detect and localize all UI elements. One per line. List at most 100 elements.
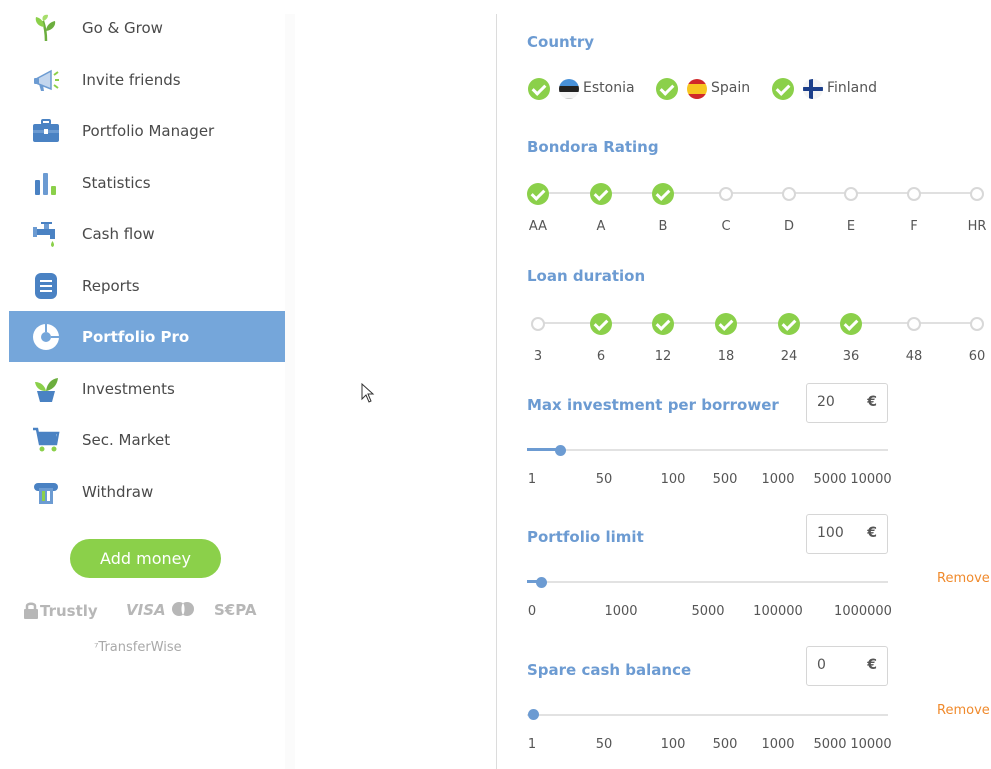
- spare_cash-tick-label: 5000: [813, 737, 847, 752]
- country-checkbox-finland[interactable]: [772, 78, 794, 100]
- max_investment-tick-label: 100: [660, 472, 686, 487]
- spare-cash-slider[interactable]: [527, 714, 888, 716]
- gutter: [285, 14, 295, 769]
- portfolio_limit-tick-label: 1000: [604, 604, 638, 619]
- spare-cash-field[interactable]: €: [806, 646, 888, 686]
- max_investment-tick-label: 500: [712, 472, 738, 487]
- sidebar-item-label: Cash flow: [82, 224, 155, 243]
- estonia-flag-icon: [559, 79, 579, 99]
- plant-pot-icon: [35, 377, 58, 402]
- spare-cash-title: Spare cash balance: [527, 661, 692, 679]
- rating-step-label: AA: [528, 219, 548, 234]
- transferwise-logo: ⁷TransferWise: [94, 640, 182, 655]
- duration-step-label: 36: [842, 349, 860, 364]
- max_investment-tick-label: 1: [527, 472, 537, 487]
- duration-step-label: 48: [905, 349, 923, 364]
- duration-step-6[interactable]: [590, 313, 612, 335]
- duration-step-36[interactable]: [840, 313, 862, 335]
- max-investment-slider[interactable]: [527, 449, 888, 451]
- duration-step-48[interactable]: [907, 317, 921, 331]
- portfolio-limit-slider-handle[interactable]: [536, 577, 547, 588]
- sidebar-item-withdraw[interactable]: Withdraw: [9, 466, 285, 517]
- rating-step-d[interactable]: [782, 187, 796, 201]
- max_investment-tick-label: 1000: [761, 472, 795, 487]
- spare-cash-slider-handle[interactable]: [528, 709, 539, 720]
- duration-step-label: 3: [533, 349, 543, 364]
- country-checkbox-spain[interactable]: [656, 78, 678, 100]
- briefcase-icon: [33, 118, 59, 142]
- sidebar-item-label: Withdraw: [82, 482, 154, 501]
- payment-logos: Trustly VISA S€PA: [22, 601, 272, 625]
- country-title: Country: [527, 33, 595, 51]
- duration-step-label: 12: [654, 349, 672, 364]
- sidebar-item-invite-friends[interactable]: Invite friends: [9, 54, 285, 105]
- rating-step-b[interactable]: [652, 183, 674, 205]
- sidebar-item-reports[interactable]: Reports: [9, 260, 285, 311]
- currency-symbol: €: [867, 657, 877, 673]
- sidebar-item-label: Go & Grow: [82, 18, 163, 37]
- mouse-cursor-icon: [361, 383, 375, 403]
- max-investment-field[interactable]: €: [806, 383, 888, 423]
- duration-step-12[interactable]: [652, 313, 674, 335]
- max_investment-tick-label: 10000: [850, 472, 892, 487]
- sidebar-item-portfolio-pro[interactable]: Portfolio Pro: [9, 311, 285, 362]
- rating-step-aa[interactable]: [527, 183, 549, 205]
- portfolio-limit-field[interactable]: €: [806, 514, 888, 554]
- max-investment-slider-handle[interactable]: [555, 445, 566, 456]
- sidebar-item-label: Reports: [82, 276, 140, 295]
- country-checkbox-estonia[interactable]: [528, 78, 550, 100]
- sidebar-item-sec-market[interactable]: Sec. Market: [9, 414, 285, 465]
- duration-step-24[interactable]: [778, 313, 800, 335]
- spare-cash-remove-link[interactable]: Remove: [937, 703, 990, 718]
- lock-icon: [24, 602, 38, 619]
- donut-chart-icon: [33, 323, 59, 350]
- currency-symbol: €: [867, 525, 877, 541]
- sidebar-item-portfolio-manager[interactable]: Portfolio Manager: [9, 105, 285, 156]
- portfolio-limit-slider[interactable]: [527, 581, 888, 583]
- country-label-spain: Spain: [711, 80, 751, 96]
- sidebar-item-label: Sec. Market: [82, 430, 171, 449]
- rating-title: Bondora Rating: [527, 138, 659, 156]
- portfolio-limit-remove-link[interactable]: Remove: [937, 571, 990, 586]
- spare_cash-tick-label: 50: [595, 737, 613, 752]
- spare_cash-tick-label: 10000: [850, 737, 892, 752]
- sidebar-item-cash-flow[interactable]: Cash flow: [9, 208, 285, 259]
- portfolio_limit-tick-label: 100000: [753, 604, 803, 619]
- rating-step-a[interactable]: [590, 183, 612, 205]
- spare-cash-input[interactable]: [817, 657, 862, 673]
- duration-step-label: 18: [717, 349, 735, 364]
- cart-icon: [33, 427, 60, 451]
- duration-step-60[interactable]: [970, 317, 984, 331]
- sidebar-item-investments[interactable]: Investments: [9, 363, 285, 414]
- duration-step-label: 6: [596, 349, 606, 364]
- visa-logo: VISA: [126, 601, 195, 619]
- country-label-estonia: Estonia: [583, 80, 635, 96]
- trustly-logo: Trustly: [22, 601, 98, 620]
- sidebar-item-go-grow[interactable]: Go & Grow: [9, 2, 285, 53]
- duration-step-18[interactable]: [715, 313, 737, 335]
- rating-step-e[interactable]: [844, 187, 858, 201]
- rating-step-label: B: [658, 219, 668, 234]
- portfolio-limit-input[interactable]: [817, 525, 862, 541]
- spare_cash-tick-label: 1: [527, 737, 537, 752]
- currency-symbol: €: [867, 394, 877, 410]
- rating-step-label: F: [910, 219, 918, 234]
- add-money-button[interactable]: Add money: [70, 539, 221, 578]
- rating-step-hr[interactable]: [970, 187, 984, 201]
- duration-step-label: 24: [780, 349, 798, 364]
- rating-step-label: HR: [967, 219, 987, 234]
- spare_cash-tick-label: 500: [712, 737, 738, 752]
- sepa-logo: S€PA: [214, 601, 257, 619]
- spare_cash-tick-label: 100: [660, 737, 686, 752]
- sidebar-item-statistics[interactable]: Statistics: [9, 157, 285, 208]
- duration-step-label: 60: [968, 349, 986, 364]
- sidebar-item-label: Investments: [82, 379, 175, 398]
- max-investment-input[interactable]: [817, 394, 862, 410]
- rating-step-c[interactable]: [719, 187, 733, 201]
- rating-step-f[interactable]: [907, 187, 921, 201]
- portfolio_limit-tick-label: 5000: [691, 604, 725, 619]
- spare_cash-tick-label: 1000: [761, 737, 795, 752]
- mastercard-icon: [171, 602, 194, 616]
- duration-title: Loan duration: [527, 267, 646, 285]
- duration-step-3[interactable]: [531, 317, 545, 331]
